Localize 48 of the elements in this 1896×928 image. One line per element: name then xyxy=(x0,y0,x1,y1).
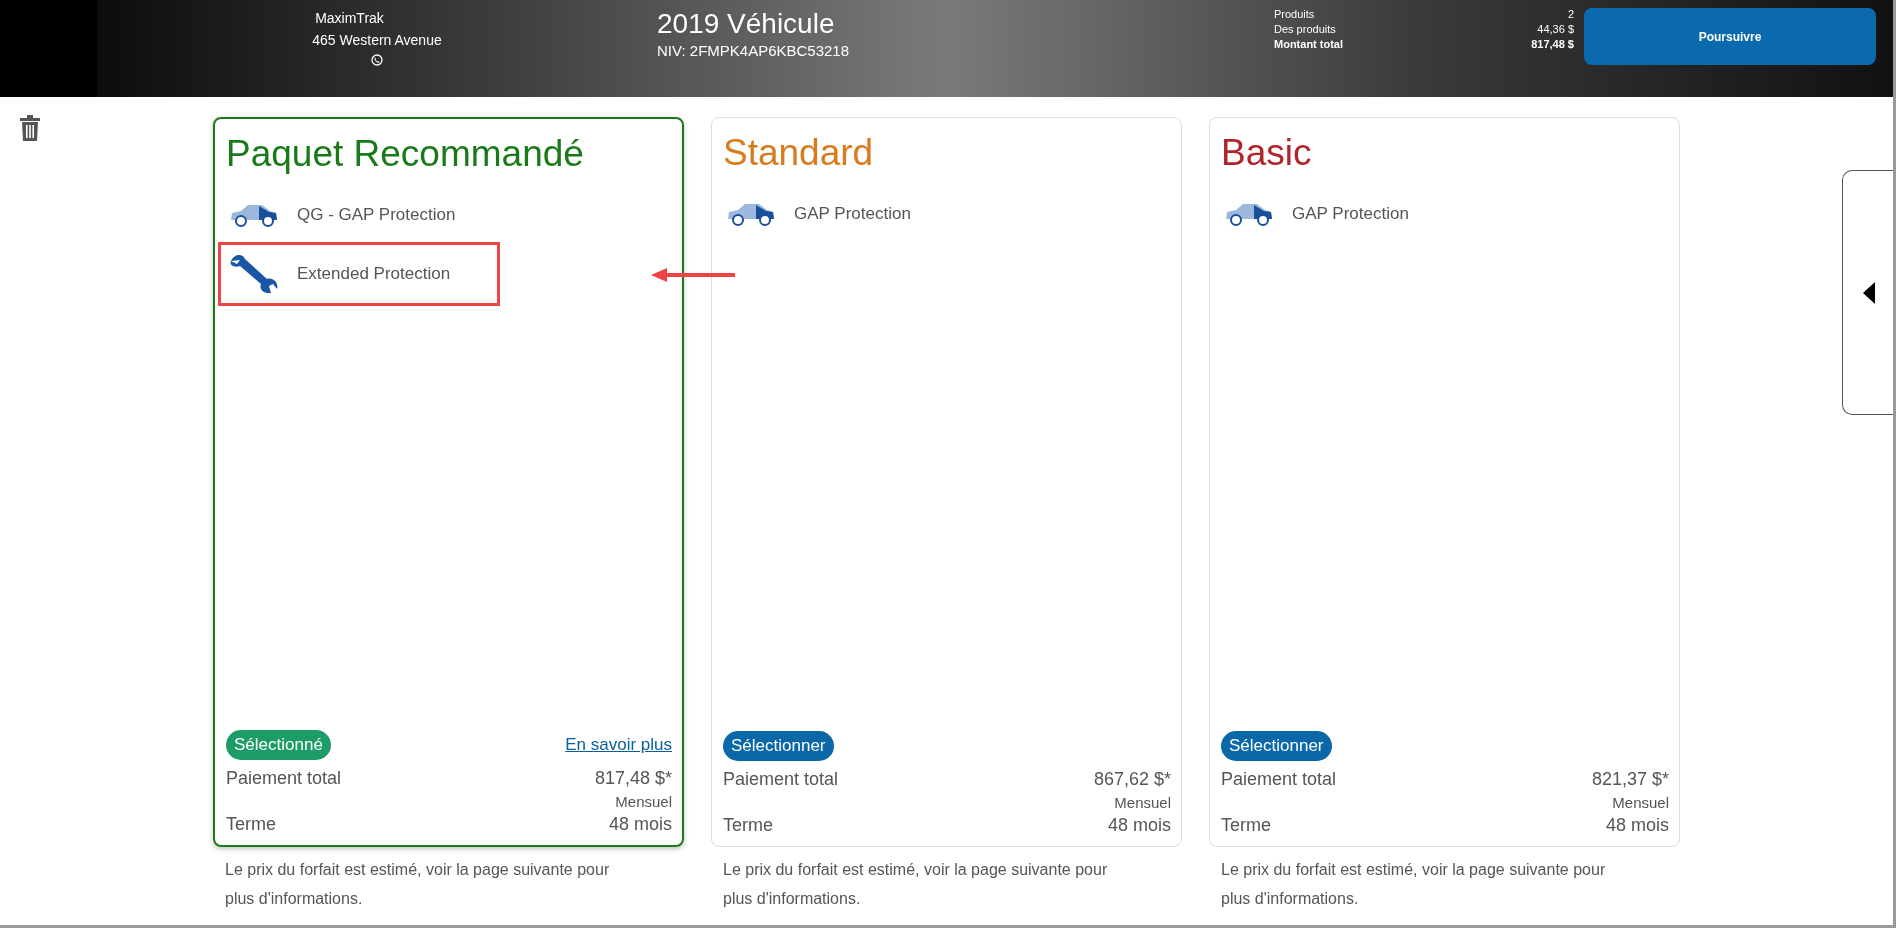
summary-label: Montant total xyxy=(1274,38,1345,50)
frequency-text: Mensuel xyxy=(1612,794,1669,811)
payment-label: Paiement total xyxy=(723,769,839,790)
continue-button[interactable]: Poursuivre xyxy=(1584,8,1876,65)
term-value: 48 mois xyxy=(1107,815,1171,836)
summary-value: 2 xyxy=(1566,8,1574,20)
selected-button[interactable]: Sélectionné xyxy=(226,730,331,760)
frequency-text: Mensuel xyxy=(1114,794,1171,811)
product-name: GAP Protection xyxy=(794,204,911,224)
payment-label: Paiement total xyxy=(226,768,342,789)
learn-more-link[interactable]: En savoir plus xyxy=(565,735,672,755)
summary-value: 817,48 $ xyxy=(1530,38,1574,50)
summary-value: 44,36 $ xyxy=(1536,23,1574,35)
car-icon xyxy=(229,202,279,228)
payment-label: Paiement total xyxy=(1221,769,1337,790)
collapse-arrow-icon xyxy=(1862,281,1875,304)
package-title: Standard xyxy=(723,132,875,174)
dealer-name: MaximTrak xyxy=(315,10,384,26)
term-label: Terme xyxy=(723,815,773,836)
select-button[interactable]: Sélectionner xyxy=(723,731,834,761)
price-note: Le prix du forfait est estimé, voir la page suivante pour plus d'informations. xyxy=(224,860,611,909)
package-title: Paquet Recommandé xyxy=(226,133,585,175)
phone-icon[interactable] xyxy=(371,54,383,66)
term-value: 48 mois xyxy=(608,814,672,835)
term-label: Terme xyxy=(1221,815,1271,836)
side-panel-tab[interactable] xyxy=(1842,170,1893,415)
summary-label: Produits xyxy=(1274,8,1316,20)
dealer-address: 465 Western Avenue xyxy=(312,32,442,48)
car-icon xyxy=(726,201,776,227)
payment-amount: 867,62 $* xyxy=(1093,769,1171,790)
wrench-icon xyxy=(229,253,279,295)
payment-amount: 817,48 $* xyxy=(594,768,672,789)
vehicle-title: 2019 Véhicule xyxy=(657,8,836,40)
frequency-text: Mensuel xyxy=(615,793,672,810)
payment-amount: 821,37 $* xyxy=(1591,769,1669,790)
summary-label: Des produits xyxy=(1274,23,1337,35)
product-name: Extended Protection xyxy=(297,264,451,284)
select-button[interactable]: Sélectionner xyxy=(1221,731,1332,761)
term-label: Terme xyxy=(226,814,276,835)
price-note: Le prix du forfait est estimé, voir la page suivante pour plus d'informations. xyxy=(1220,860,1607,909)
vin-text: NIV: 2FMPK4AP6KBC53218 xyxy=(657,42,851,59)
car-icon xyxy=(1224,201,1274,227)
term-value: 48 mois xyxy=(1605,815,1669,836)
package-title: Basic xyxy=(1221,132,1313,174)
product-name: QG - GAP Protection xyxy=(297,205,456,225)
price-note: Le prix du forfait est estimé, voir la page suivante pour plus d'informations. xyxy=(722,860,1109,909)
product-name: GAP Protection xyxy=(1292,204,1409,224)
trash-icon[interactable] xyxy=(19,115,41,141)
